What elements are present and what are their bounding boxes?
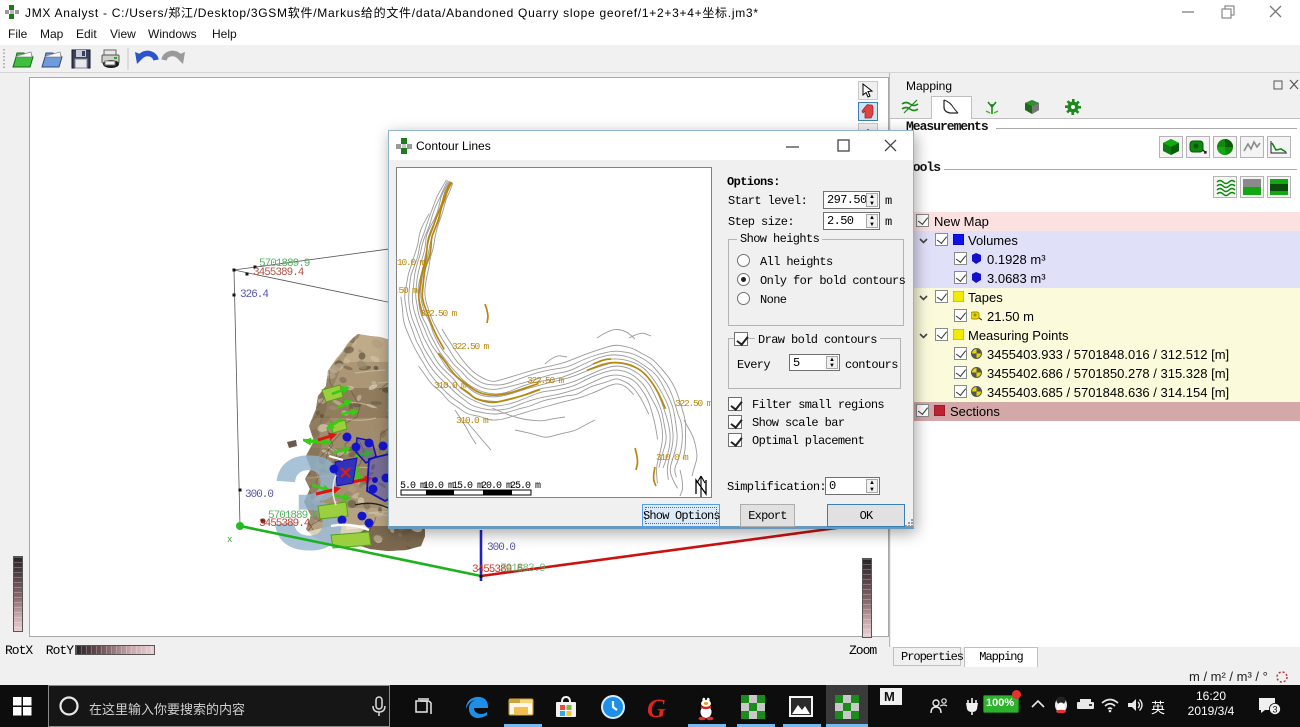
svg-text:G: G [647, 694, 666, 720]
svg-text:322.50 m: 322.50 m [675, 398, 711, 409]
svg-text:10.0 m: 10.0 m [397, 257, 426, 268]
svg-text:3455389.4: 3455389.4 [253, 267, 305, 279]
svg-text:3: 3 [1273, 705, 1278, 715]
svg-text:310.0 m: 310.0 m [656, 452, 689, 463]
svg-text:701883.9: 701883.9 [500, 563, 545, 575]
svg-text:322.50 m: 322.50 m [527, 375, 565, 386]
svg-text:326.4: 326.4 [240, 289, 269, 301]
svg-text:3455389.4: 3455389.4 [259, 518, 311, 530]
svg-text:322.50 m: 322.50 m [420, 308, 458, 319]
svg-text:300.0: 300.0 [245, 489, 273, 501]
svg-text:310.0 m: 310.0 m [456, 415, 489, 426]
svg-text:322.50 m: 322.50 m [452, 341, 490, 352]
svg-text:x: x [227, 535, 232, 545]
svg-text:300.0: 300.0 [487, 542, 515, 554]
svg-text:.50 m: .50 m [397, 285, 418, 296]
svg-text:310.0 m: 310.0 m [434, 380, 467, 391]
